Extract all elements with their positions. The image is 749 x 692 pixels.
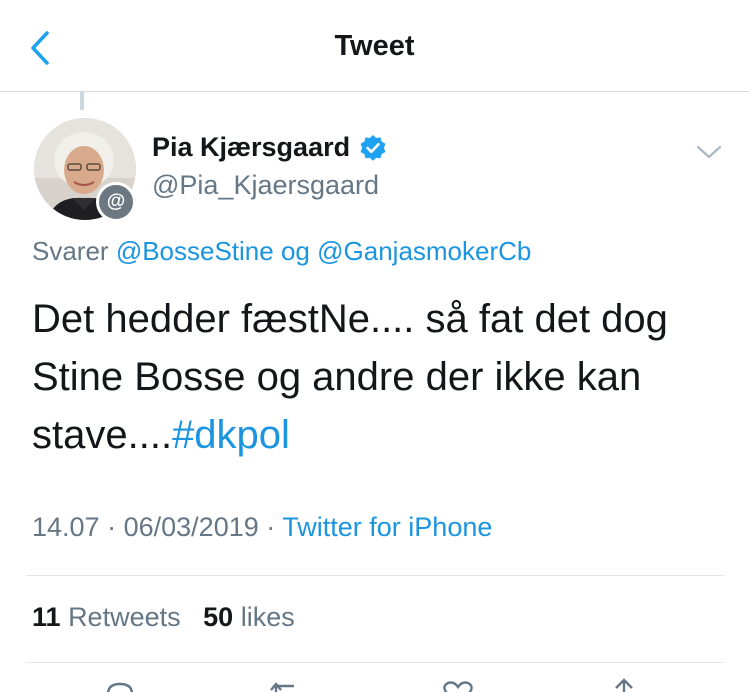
author-name[interactable]: Pia Kjærsgaard xyxy=(152,132,350,163)
likes-count: 50 xyxy=(203,602,234,632)
thread-connector-line xyxy=(80,92,84,110)
replying-to-joiner: og xyxy=(280,236,310,266)
meta-separator: · xyxy=(266,512,276,542)
likes-stat[interactable]: 50 likes xyxy=(203,602,295,632)
reply-icon[interactable] xyxy=(100,678,140,692)
replying-to-line: Svarer @BosseStine og @GanjasmokerCb xyxy=(32,236,531,267)
mention-link-ganjasmokercb[interactable]: @GanjasmokerCb xyxy=(317,236,531,266)
share-icon[interactable] xyxy=(604,678,644,692)
hashtag-link[interactable]: #dkpol xyxy=(172,413,290,457)
divider xyxy=(26,662,724,663)
retweets-stat[interactable]: 11 Retweets xyxy=(32,602,181,632)
tweet-body: Det hedder fæstNe.... så fat det dog Sti… xyxy=(32,290,712,464)
chevron-down-icon[interactable] xyxy=(694,138,724,166)
tweet-source-link[interactable]: Twitter for iPhone xyxy=(282,512,492,542)
retweet-icon[interactable] xyxy=(268,678,308,692)
retweets-count: 11 xyxy=(32,602,61,632)
likes-label: likes xyxy=(240,602,295,632)
navigation-bar: Tweet xyxy=(0,0,749,92)
tweet-date: 06/03/2019 xyxy=(123,512,259,542)
heart-icon[interactable] xyxy=(438,678,478,692)
divider xyxy=(26,575,724,576)
engagement-stats: 11 Retweets 50 likes xyxy=(32,602,295,633)
tweet-time: 14.07 xyxy=(32,512,100,542)
meta-separator: · xyxy=(107,512,117,542)
page-title: Tweet xyxy=(334,30,415,62)
verified-badge-icon xyxy=(360,134,386,161)
retweets-label: Retweets xyxy=(68,602,181,632)
mention-link-bossestine[interactable]: @BosseStine xyxy=(116,236,274,266)
author-handle[interactable]: @Pia_Kjaersgaard xyxy=(152,170,379,201)
author-name-row: Pia Kjærsgaard xyxy=(152,132,387,163)
mention-badge: @ xyxy=(96,182,136,222)
at-icon: @ xyxy=(106,191,126,212)
tweet-action-bar xyxy=(0,678,749,692)
tweet-metadata: 14.07 · 06/03/2019 · Twitter for iPhone xyxy=(32,512,492,543)
tweet-text: Det hedder fæstNe.... så fat det dog Sti… xyxy=(32,297,668,457)
replying-to-prefix: Svarer xyxy=(32,236,109,266)
